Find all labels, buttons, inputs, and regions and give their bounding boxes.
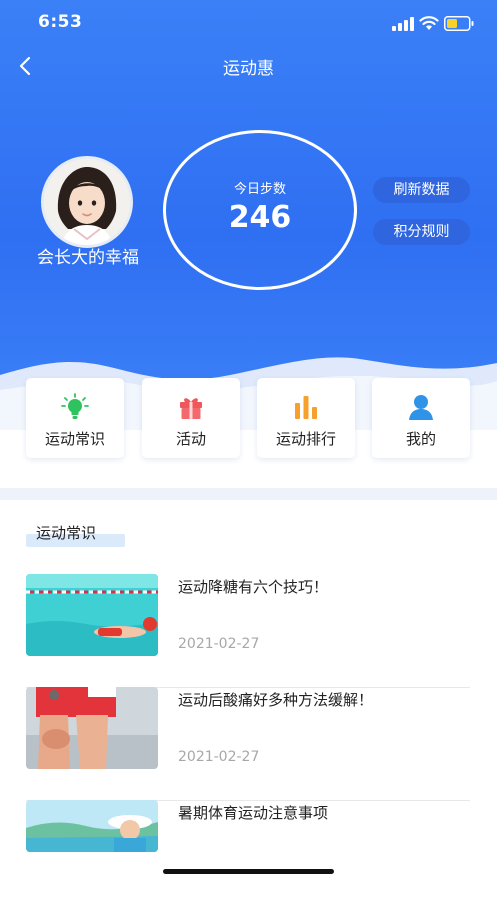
article-date: 2021-02-27 — [178, 636, 260, 652]
article-item[interactable]: 暑期体育运动注意事项 — [26, 800, 470, 900]
article-thumbnail — [26, 800, 158, 852]
article-item[interactable]: 运动后酸痛好多种方法缓解！ 2021-02-27 — [26, 687, 470, 801]
user-icon — [409, 395, 433, 420]
article-title: 运动降糖有六个技巧！ — [178, 578, 329, 596]
steps-label: 今日步数 — [233, 182, 286, 197]
section-title: 运动常识 — [36, 524, 97, 542]
username: 会长大的幸福 — [37, 248, 139, 268]
section-divider — [0, 488, 497, 500]
menu-label-activities: 活动 — [175, 430, 206, 448]
article-title: 暑期体育运动注意事项 — [178, 804, 329, 822]
menu-item-ranking[interactable]: 运动排行 — [257, 378, 355, 458]
menu-label-ranking: 运动排行 — [275, 430, 336, 448]
status-time: 6:53 — [38, 12, 83, 32]
bar-chart-icon — [295, 396, 317, 419]
wifi-icon — [419, 16, 439, 30]
section-header: 运动常识 — [26, 522, 125, 547]
page-title: 运动惠 — [223, 59, 274, 79]
home-indicator — [163, 869, 334, 874]
menu-label-sports-knowledge: 运动常识 — [44, 430, 105, 448]
avatar[interactable] — [41, 156, 133, 248]
avatar-photo — [44, 159, 130, 245]
lightbulb-icon — [61, 393, 89, 419]
gift-icon — [180, 398, 202, 419]
menu-item-sports-knowledge[interactable]: 运动常识 — [26, 378, 124, 458]
article-item[interactable]: 运动降糖有六个技巧！ 2021-02-27 — [26, 574, 470, 688]
article-title: 运动后酸痛好多种方法缓解！ — [178, 691, 374, 709]
steps-count: 246 — [228, 200, 292, 235]
menu-grid: 运动常识 活动 运动排行 我的 — [26, 378, 471, 460]
article-date: 2021-02-27 — [178, 749, 260, 765]
navigation-bar: 运动惠 — [0, 48, 497, 84]
menu-item-activities[interactable]: 活动 — [142, 378, 240, 458]
article-thumbnail — [26, 687, 158, 769]
signal-icon — [392, 17, 414, 31]
menu-label-mine: 我的 — [405, 430, 436, 448]
menu-item-mine[interactable]: 我的 — [372, 378, 470, 458]
battery-icon — [444, 16, 474, 31]
points-rules-button[interactable]: 积分规则 — [373, 219, 470, 245]
refresh-data-button[interactable]: 刷新数据 — [373, 177, 470, 203]
article-thumbnail — [26, 574, 158, 656]
status-bar: 6:53 — [0, 0, 497, 48]
